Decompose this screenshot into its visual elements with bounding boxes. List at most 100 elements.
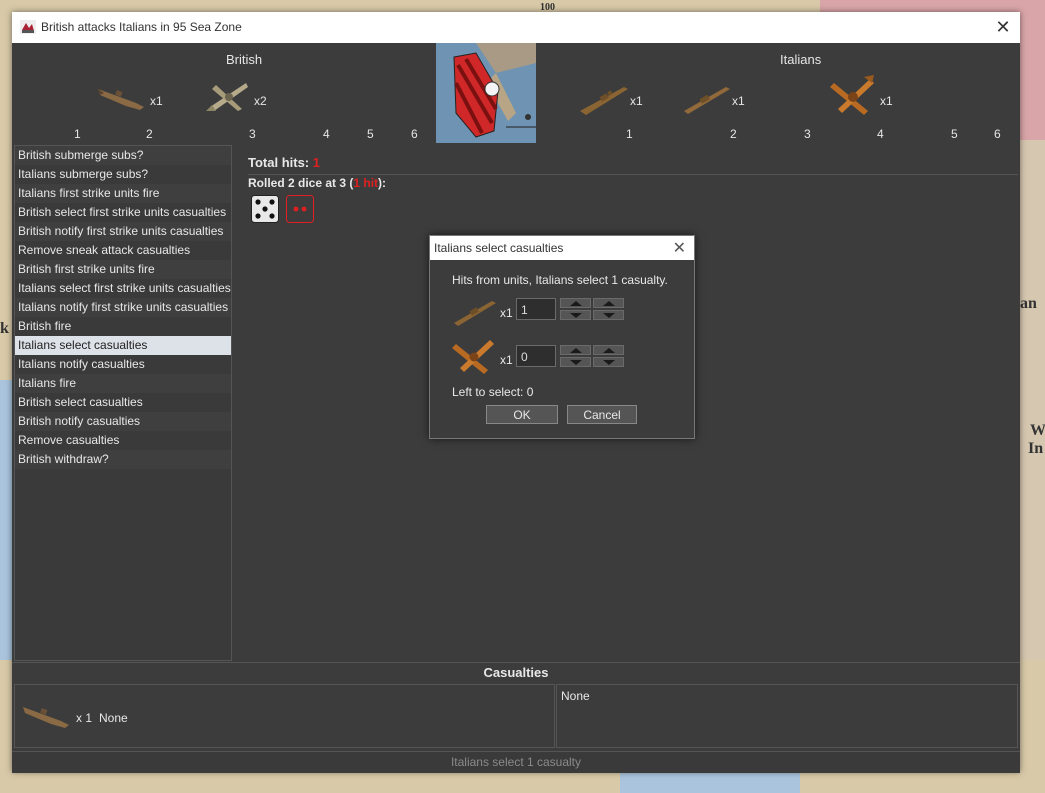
step-item[interactable]: Italians submerge subs? — [15, 165, 231, 184]
casualty-quantity-field[interactable]: 0 — [516, 345, 556, 367]
decrement-button[interactable] — [560, 357, 591, 367]
dice-column-label: 6 — [411, 127, 418, 141]
step-item[interactable]: British notify casualties — [15, 412, 231, 431]
step-item[interactable]: British select casualties — [15, 393, 231, 412]
roll-prefix: Rolled 2 dice at 3 ( — [248, 176, 354, 190]
attacker-unit-bomber: x2 — [202, 77, 282, 117]
arrow-up-icon — [603, 348, 615, 353]
min-button[interactable] — [593, 357, 624, 367]
step-item[interactable]: Remove sneak attack casualties — [15, 241, 231, 260]
divider — [248, 174, 1018, 175]
arrow-down-icon — [570, 313, 582, 318]
step-item[interactable]: British fire — [15, 317, 231, 336]
roll-suffix: ): — [378, 176, 387, 190]
max-min-stepper[interactable] — [593, 345, 624, 367]
arrow-down-icon — [570, 360, 582, 365]
map-label: W — [1030, 422, 1045, 439]
cancel-button[interactable]: Cancel — [567, 405, 637, 424]
step-item[interactable]: British select first strike units casual… — [15, 203, 231, 222]
italy-map-icon — [436, 43, 536, 143]
close-icon[interactable]: ✕ — [673, 238, 686, 258]
casualties-title: Casualties — [12, 662, 1020, 683]
arrow-up-icon — [570, 301, 582, 306]
roll-summary: Rolled 2 dice at 3 (1 hit): — [248, 176, 386, 190]
attacker-casualties: x 1 None — [14, 684, 555, 748]
increment-button[interactable] — [560, 298, 591, 308]
attacker-name: British — [226, 52, 263, 67]
die-two-hit-icon — [286, 195, 314, 223]
max-button[interactable] — [593, 345, 624, 355]
dice-column-label: 6 — [994, 127, 1001, 141]
defender-unit-cruiser: x1 — [682, 77, 762, 117]
submarine-icon — [23, 707, 69, 728]
total-hits: Total hits: 1 — [248, 155, 320, 170]
unit-count: x1 — [732, 94, 745, 108]
unit-count: x1 — [500, 353, 513, 367]
dialog-message: Hits from units, Italians select 1 casua… — [452, 273, 668, 287]
step-item[interactable]: Italians notify first strike units casua… — [15, 298, 231, 317]
arrow-up-icon — [570, 348, 582, 353]
territory-minimap — [436, 43, 536, 143]
destroyer-icon — [454, 301, 496, 326]
min-button[interactable] — [593, 310, 624, 320]
max-min-stepper[interactable] — [593, 298, 624, 320]
quantity-stepper[interactable] — [560, 345, 591, 367]
submarine-icon — [98, 89, 144, 110]
casualty-text: None — [561, 689, 590, 703]
dice-column-label: 3 — [804, 127, 811, 141]
step-item[interactable]: Italians first strike units fire — [15, 184, 231, 203]
quantity-stepper[interactable] — [560, 298, 591, 320]
unit-count: x1 — [150, 94, 163, 108]
total-hits-label: Total hits: — [248, 155, 313, 170]
dice-column-label: 4 — [323, 127, 330, 141]
step-item[interactable]: British notify first strike units casual… — [15, 222, 231, 241]
dice-column-label: 1 — [626, 127, 633, 141]
max-button[interactable] — [593, 298, 624, 308]
step-item[interactable]: Italians fire — [15, 374, 231, 393]
step-item[interactable]: British first strike units fire — [15, 260, 231, 279]
attacker-unit-submarine: x1 — [96, 77, 166, 117]
defender-name: Italians — [780, 52, 822, 67]
roll-hits: 1 hit — [353, 176, 379, 190]
unit-count: x1 — [880, 94, 893, 108]
defender-casualties: None — [556, 684, 1018, 748]
casualty-row-destroyer: x1 1 — [450, 293, 680, 333]
map-sea-bottom — [620, 770, 800, 793]
defender-unit-fighter: x1 — [828, 75, 908, 117]
dice-column-label: 2 — [146, 127, 153, 141]
step-item[interactable]: Italians select first strike units casua… — [15, 279, 231, 298]
casualty-text: None — [99, 711, 128, 725]
casualty-row-fighter: x1 0 — [450, 340, 680, 380]
ok-button[interactable]: OK — [486, 405, 558, 424]
step-item[interactable]: British withdraw? — [15, 450, 231, 469]
step-item[interactable]: Italians notify casualties — [15, 355, 231, 374]
select-casualties-dialog: Italians select casualties ✕ Hits from u… — [429, 235, 695, 439]
unit-count: x1 — [630, 94, 643, 108]
fighter-plane-icon — [452, 340, 494, 374]
defender-dice-columns: 1 2 3 4 5 6 — [536, 127, 1020, 143]
dialog-title: Italians select casualties — [434, 241, 564, 255]
bomber-plane-icon — [206, 83, 248, 111]
battle-steps-list[interactable]: British submerge subs? Italians submerge… — [14, 145, 232, 661]
window-titlebar: British attacks Italians in 95 Sea Zone … — [12, 12, 1020, 43]
cruiser-icon — [684, 87, 730, 114]
close-icon[interactable]: ✕ — [990, 15, 1016, 39]
casualty-count: x 1 — [76, 711, 93, 725]
status-bar: Italians select 1 casualty — [12, 751, 1020, 773]
dice-column-label: 4 — [877, 127, 884, 141]
destroyer-icon — [580, 87, 628, 115]
increment-button[interactable] — [560, 345, 591, 355]
dice-column-label: 3 — [249, 127, 256, 141]
left-to-select: Left to select: 0 — [452, 385, 534, 399]
unit-count: x1 — [500, 306, 513, 320]
decrement-button[interactable] — [560, 310, 591, 320]
defender-unit-destroyer: x1 — [578, 77, 658, 117]
dice-column-label: 5 — [951, 127, 958, 141]
step-item[interactable]: Remove casualties — [15, 431, 231, 450]
step-item[interactable]: British submerge subs? — [15, 146, 231, 165]
app-icon — [20, 20, 36, 34]
arrow-down-icon — [603, 360, 615, 365]
casualty-quantity-field[interactable]: 1 — [516, 298, 556, 320]
dice-column-label: 5 — [367, 127, 374, 141]
step-item-selected[interactable]: Italians select casualties — [15, 336, 231, 355]
